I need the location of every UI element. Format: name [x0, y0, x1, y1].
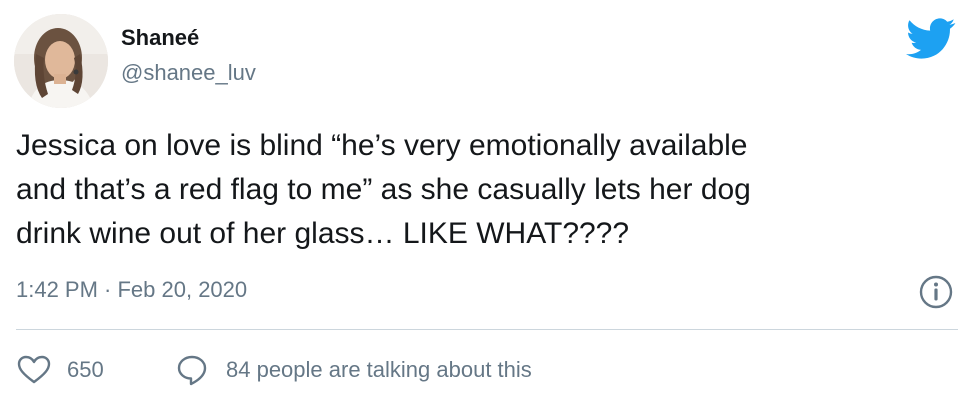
conversation-count-label: 84 people are talking about this: [226, 357, 532, 382]
conversation-button[interactable]: 84 people are talking about this: [176, 352, 532, 388]
tweet-text-line: drink wine out of her glass… LIKE WHAT??…: [16, 217, 630, 250]
twitter-bird-icon[interactable]: [906, 18, 956, 60]
avatar[interactable]: [14, 14, 108, 108]
author-handle[interactable]: @shanee_luv: [121, 60, 256, 86]
tweet-text: Jessica on love is blind “he’s very emot…: [16, 124, 960, 256]
tweet-text-line: Jessica on love is blind “he’s very emot…: [16, 129, 748, 162]
info-icon[interactable]: [918, 274, 954, 310]
tweet-card: Shaneé @shanee_luv Jessica on love is bl…: [0, 0, 974, 404]
tweet-text-line: and that’s a red flag to me” as she casu…: [16, 173, 751, 206]
tweet-timestamp[interactable]: 1:42 PM · Feb 20, 2020: [16, 277, 247, 303]
speech-bubble-icon: [177, 355, 207, 386]
avatar-photo-icon: [14, 14, 108, 108]
like-count: 650: [67, 357, 104, 382]
heart-icon: [17, 355, 51, 384]
like-button[interactable]: 650: [17, 352, 104, 388]
author-name[interactable]: Shaneé: [121, 25, 199, 51]
divider: [16, 329, 958, 330]
